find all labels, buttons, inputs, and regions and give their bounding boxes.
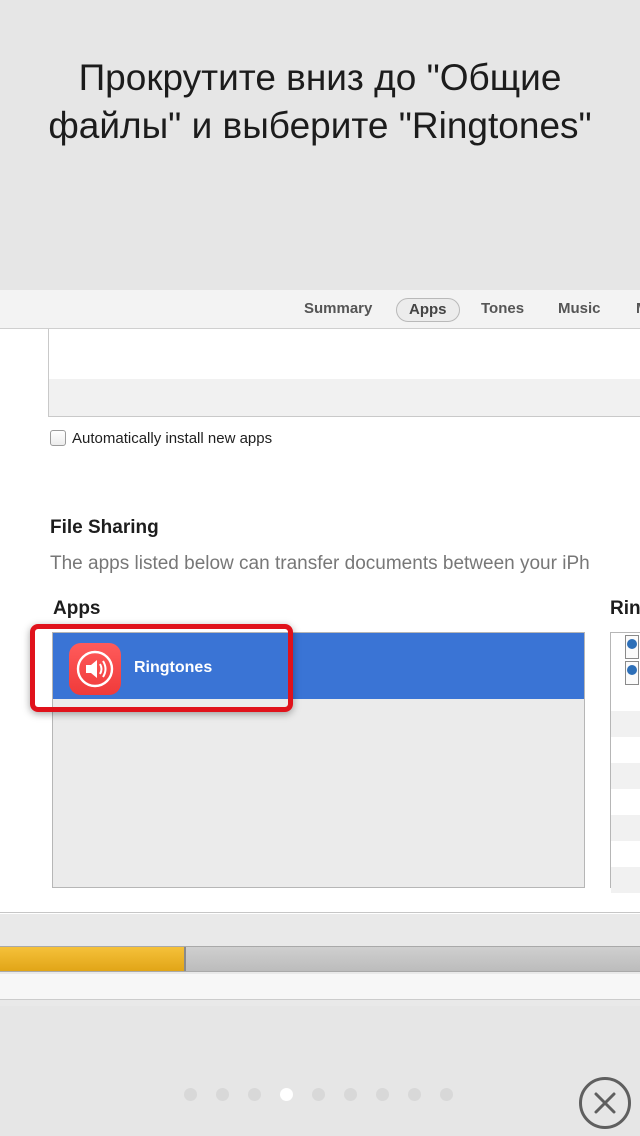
apps-column-header: Apps bbox=[53, 598, 101, 619]
list-row bbox=[611, 711, 640, 737]
file-sharing-description: The apps listed below can transfer docum… bbox=[50, 553, 590, 574]
close-button[interactable] bbox=[579, 1077, 631, 1129]
page-indicator bbox=[184, 1088, 472, 1101]
page-dot[interactable] bbox=[440, 1088, 453, 1101]
capacity-footer bbox=[0, 974, 640, 1000]
page-dot[interactable] bbox=[344, 1088, 357, 1101]
ringtone-file-icon[interactable] bbox=[625, 635, 639, 659]
highlight-frame bbox=[30, 624, 293, 712]
capacity-area bbox=[0, 914, 640, 1006]
itunes-screenshot: Summary Apps Tones Music M Automatically… bbox=[0, 290, 640, 1006]
list-row bbox=[49, 379, 640, 416]
capacity-bar bbox=[0, 946, 640, 972]
divider bbox=[0, 912, 640, 913]
instruction-text: Прокрутите вниз до "Общие файлы" и выбер… bbox=[0, 54, 640, 150]
instruction-line-2: файлы" и выберите "Ringtones" bbox=[48, 105, 592, 146]
page-dot[interactable] bbox=[216, 1088, 229, 1101]
app-list-panel[interactable] bbox=[48, 329, 640, 417]
file-sharing-title: File Sharing bbox=[50, 517, 159, 538]
page-dot[interactable] bbox=[280, 1088, 293, 1101]
tab-music[interactable]: Music bbox=[558, 298, 601, 322]
close-icon bbox=[594, 1092, 616, 1114]
tab-summary[interactable]: Summary bbox=[304, 298, 372, 322]
list-row bbox=[611, 867, 640, 893]
documents-list[interactable] bbox=[610, 632, 640, 893]
instruction-line-1: Прокрутите вниз до "Общие bbox=[78, 57, 562, 98]
tab-apps[interactable]: Apps bbox=[396, 298, 460, 322]
tab-more[interactable]: M bbox=[636, 298, 640, 322]
page-dot[interactable] bbox=[312, 1088, 325, 1101]
ringtone-file-icon[interactable] bbox=[625, 661, 639, 685]
auto-install-label: Automatically install new apps bbox=[72, 429, 273, 447]
list-row bbox=[611, 763, 640, 789]
page-dot[interactable] bbox=[376, 1088, 389, 1101]
page-dot[interactable] bbox=[248, 1088, 261, 1101]
auto-install-checkbox[interactable] bbox=[50, 430, 66, 446]
capacity-fill bbox=[0, 947, 186, 971]
documents-column-header: Rin bbox=[610, 598, 640, 619]
list-row bbox=[611, 815, 640, 841]
page-dot[interactable] bbox=[184, 1088, 197, 1101]
auto-install-option[interactable]: Automatically install new apps bbox=[50, 428, 272, 448]
tab-tones[interactable]: Tones bbox=[481, 298, 524, 322]
tutorial-screen: Прокрутите вниз до "Общие файлы" и выбер… bbox=[0, 0, 640, 1136]
itunes-tab-bar: Summary Apps Tones Music M bbox=[0, 290, 640, 329]
page-dot[interactable] bbox=[408, 1088, 421, 1101]
